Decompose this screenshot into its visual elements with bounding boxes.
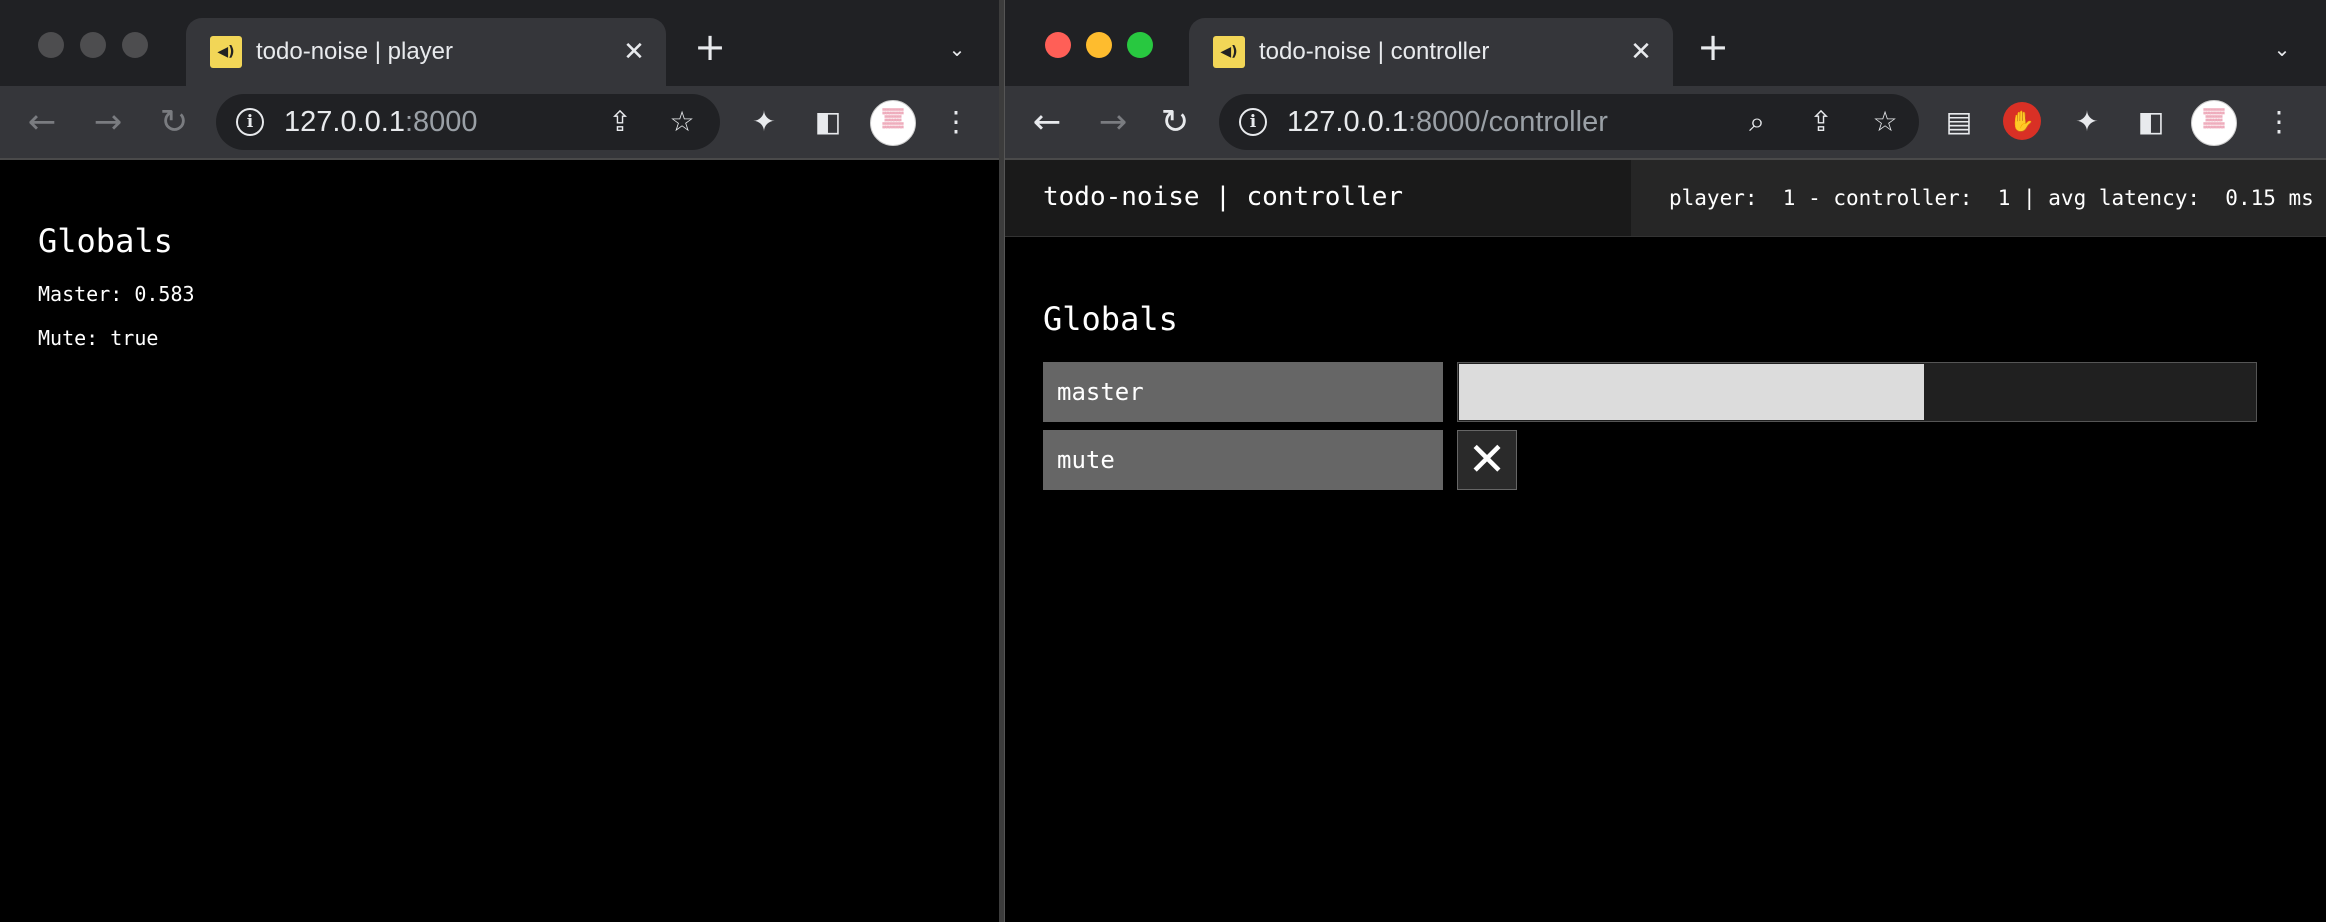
status-text: player: 1 - controller: 1 | avg latency:… [1669,186,2314,210]
browser-toolbar: ← → ↻ i 127.0.0.1:8000/controller ⌕ ⇪ ☆ … [1005,86,2326,160]
url-text[interactable]: 127.0.0.1:8000 [284,106,478,138]
url-text[interactable]: 127.0.0.1:8000/controller [1287,106,1608,138]
speaker-icon: ◀) [210,36,242,68]
stop-hand-icon[interactable]: ✋ [2003,102,2041,140]
master-label: master [1043,362,1443,422]
star-icon[interactable]: ☆ [664,104,700,140]
zoom-window-button[interactable] [1127,32,1153,58]
minimize-window-button[interactable] [1086,32,1112,58]
back-button[interactable]: ← [22,102,62,142]
address-bar[interactable]: i 127.0.0.1:8000/controller ⌕ ⇪ ☆ [1219,94,1919,150]
speaker-icon: ◀) [1213,36,1245,68]
player-window: ◀) todo-noise | player ✕ + ⌄ ← → ↻ i 127… [0,0,999,922]
share-icon[interactable]: ⇪ [602,104,638,140]
side-panel-icon[interactable]: ◧ [808,102,848,142]
tab-title: todo-noise | controller [1259,38,1490,65]
chevron-down-icon[interactable]: ⌄ [2267,34,2297,64]
controller-page: todo-noise | controller player: 1 - cont… [1005,160,2326,922]
chevron-down-icon[interactable]: ⌄ [942,34,972,64]
mute-label: mute [1043,430,1443,490]
browser-toolbar: ← → ↻ i 127.0.0.1:8000 ⇪ ☆ ✦ ◧ ▒▒▒▒▒ ▒▒▒▒… [0,86,999,160]
page-heading: Globals [38,222,173,260]
share-icon[interactable]: ⇪ [1803,104,1839,140]
extensions-icon[interactable]: ✦ [744,102,784,142]
forward-button[interactable]: → [1093,102,1133,142]
tab-strip: ◀) todo-noise | controller ✕ + ⌄ [1005,0,2326,86]
tab-controller[interactable]: ◀) todo-noise | controller ✕ [1189,18,1673,86]
forward-button[interactable]: → [88,102,128,142]
info-icon[interactable]: i [1239,108,1267,136]
menu-icon[interactable]: ⋮ [936,102,976,142]
close-window-button[interactable] [1045,32,1071,58]
player-page: Globals Master: 0.583 Mute: true [0,160,999,922]
avatar[interactable]: ▒▒▒▒▒ ▒▒▒▒ ▒▒▒▒▒ [870,100,916,146]
new-tab-button[interactable]: + [692,28,728,66]
status-bar: player: 1 - controller: 1 | avg latency:… [1631,160,2326,236]
tab-player[interactable]: ◀) todo-noise | player ✕ [186,18,666,86]
info-icon[interactable]: i [236,108,264,136]
search-icon[interactable]: ⌕ [1739,104,1775,140]
close-icon[interactable]: ✕ [1625,36,1657,68]
reload-button[interactable]: ↻ [1155,102,1195,142]
document-icon[interactable]: ▤ [1939,102,1979,142]
tab-title: todo-noise | player [256,38,454,65]
side-panel-icon[interactable]: ◧ [2131,102,2171,142]
avatar[interactable]: ▒▒▒▒▒ ▒▒▒▒ ▒▒▒▒▒ [2191,100,2237,146]
star-icon[interactable]: ☆ [1867,104,1903,140]
zoom-window-button[interactable] [122,32,148,58]
back-button[interactable]: ← [1027,102,1067,142]
reload-button[interactable]: ↻ [154,102,194,142]
controller-window: ◀) todo-noise | controller ✕ + ⌄ ← → ↻ i… [1004,0,2326,922]
tab-strip: ◀) todo-noise | player ✕ + ⌄ [0,0,999,86]
mute-value-text: Mute: true [38,326,159,350]
close-window-button[interactable] [38,32,64,58]
extensions-icon[interactable]: ✦ [2067,102,2107,142]
app-title: todo-noise | controller [1043,182,1404,212]
master-value-text: Master: 0.583 [38,282,195,306]
menu-icon[interactable]: ⋮ [2259,102,2299,142]
page-heading: Globals [1043,300,1178,338]
address-bar[interactable]: i 127.0.0.1:8000 ⇪ ☆ [216,94,720,150]
master-slider[interactable] [1457,362,2257,422]
slider-fill [1459,364,1925,420]
minimize-window-button[interactable] [80,32,106,58]
mute-toggle[interactable]: ✕ [1457,430,1517,490]
app-header: todo-noise | controller player: 1 - cont… [1005,160,2326,237]
close-icon[interactable]: ✕ [618,36,650,68]
new-tab-button[interactable]: + [1695,28,1731,66]
